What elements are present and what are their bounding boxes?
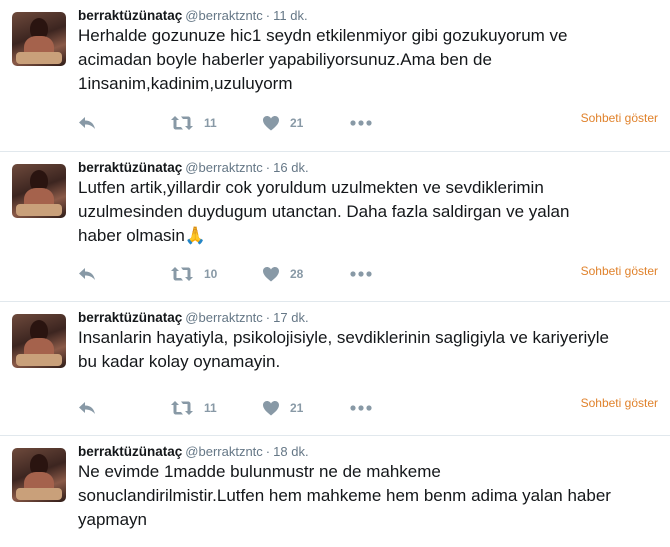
avatar[interactable] [12, 314, 66, 368]
like-button[interactable]: 21 [262, 113, 303, 133]
like-count: 28 [290, 267, 304, 281]
tweet-header: berraktüzünataç @berraktzntc · 17 dk. [78, 310, 309, 326]
more-button[interactable] [350, 113, 372, 133]
user-handle[interactable]: @berraktzntc [185, 160, 263, 175]
retweet-button[interactable]: 11 [170, 113, 217, 133]
timestamp[interactable]: 18 dk. [273, 444, 308, 459]
separator-dot: · [265, 310, 271, 325]
like-icon [263, 401, 279, 416]
user-handle[interactable]: @berraktzntc [185, 310, 263, 325]
retweet-button[interactable]: 11 [170, 398, 217, 418]
tweet-actions: 10 28 [78, 264, 658, 284]
tweet[interactable]: berraktüzünataç @berraktzntc · 11 dk. Herha… [0, 0, 670, 152]
more-icon [350, 405, 372, 411]
tweet[interactable]: berraktüzünataç @berraktzntc · 18 dk. Ne ev… [0, 436, 670, 547]
reply-button[interactable] [78, 113, 96, 133]
retweet-count: 11 [204, 116, 217, 130]
tweet-text: Insanlarin hayatiyla, psikolojisiyle, se… [78, 328, 610, 371]
tweet-actions: 11 21 [78, 398, 658, 418]
like-count: 21 [290, 401, 304, 415]
retweet-icon [171, 116, 193, 130]
tweet-text: Herhalde gozunuze hic1 seydn etkilenmiyo… [78, 26, 568, 93]
timestamp[interactable]: 16 dk. [273, 160, 308, 175]
user-name[interactable]: berraktüzünataç [78, 160, 182, 175]
user-name[interactable]: berraktüzünataç [78, 8, 182, 23]
show-conversation-link[interactable]: Sohbeti göster [581, 264, 658, 278]
reply-icon [79, 268, 95, 280]
like-button[interactable]: 28 [262, 264, 303, 284]
more-button[interactable] [350, 264, 372, 284]
tweet-header: berraktüzünataç @berraktzntc · 18 dk. [78, 444, 309, 460]
folded-hands-emoji: 🙏 [184, 226, 206, 245]
tweet-text: Ne evimde 1madde bulunmustr ne de mahkem… [78, 462, 611, 529]
timestamp[interactable]: 17 dk. [273, 310, 308, 325]
tweet-text: Lutfen artik,yillardir cok yoruldum uzul… [78, 176, 638, 248]
user-handle[interactable]: @berraktzntc [185, 444, 263, 459]
reply-icon [79, 117, 95, 129]
tweet[interactable]: berraktüzünataç @berraktzntc · 17 dk. Insan… [0, 302, 670, 436]
more-icon [350, 271, 372, 277]
retweet-button[interactable]: 10 [170, 264, 217, 284]
avatar[interactable] [12, 448, 66, 502]
separator-dot: · [265, 444, 271, 459]
show-conversation-link[interactable]: Sohbeti göster [581, 396, 658, 410]
like-count: 21 [290, 116, 304, 130]
like-icon [263, 116, 279, 131]
avatar[interactable] [12, 164, 66, 218]
retweet-count: 10 [204, 267, 218, 281]
reply-icon [79, 402, 95, 414]
user-name[interactable]: berraktüzünataç [78, 310, 182, 325]
retweet-count: 11 [204, 401, 217, 415]
tweet-header: berraktüzünataç @berraktzntc · 11 dk. [78, 8, 308, 24]
reply-button[interactable] [78, 264, 96, 284]
show-conversation-link[interactable]: Sohbeti göster [581, 111, 658, 125]
separator-dot: · [265, 8, 271, 23]
user-name[interactable]: berraktüzünataç [78, 444, 182, 459]
like-icon [263, 267, 279, 282]
separator-dot: · [265, 160, 271, 175]
retweet-icon [171, 401, 193, 415]
like-button[interactable]: 21 [262, 398, 303, 418]
retweet-icon [171, 267, 193, 281]
timestamp[interactable]: 11 dk. [273, 8, 307, 23]
avatar[interactable] [12, 12, 66, 66]
tweet-actions: 11 21 [78, 113, 658, 133]
reply-button[interactable] [78, 398, 96, 418]
tweet[interactable]: berraktüzünataç @berraktzntc · 16 dk. Lutfe… [0, 152, 670, 302]
user-handle[interactable]: @berraktzntc [185, 8, 263, 23]
more-button[interactable] [350, 398, 372, 418]
more-icon [350, 120, 372, 126]
tweet-header: berraktüzünataç @berraktzntc · 16 dk. [78, 160, 309, 176]
timeline: berraktüzünataç @berraktzntc · 11 dk. Herha… [0, 0, 670, 547]
tweet-text-body: Lutfen artik,yillardir cok yoruldum uzul… [78, 178, 570, 245]
